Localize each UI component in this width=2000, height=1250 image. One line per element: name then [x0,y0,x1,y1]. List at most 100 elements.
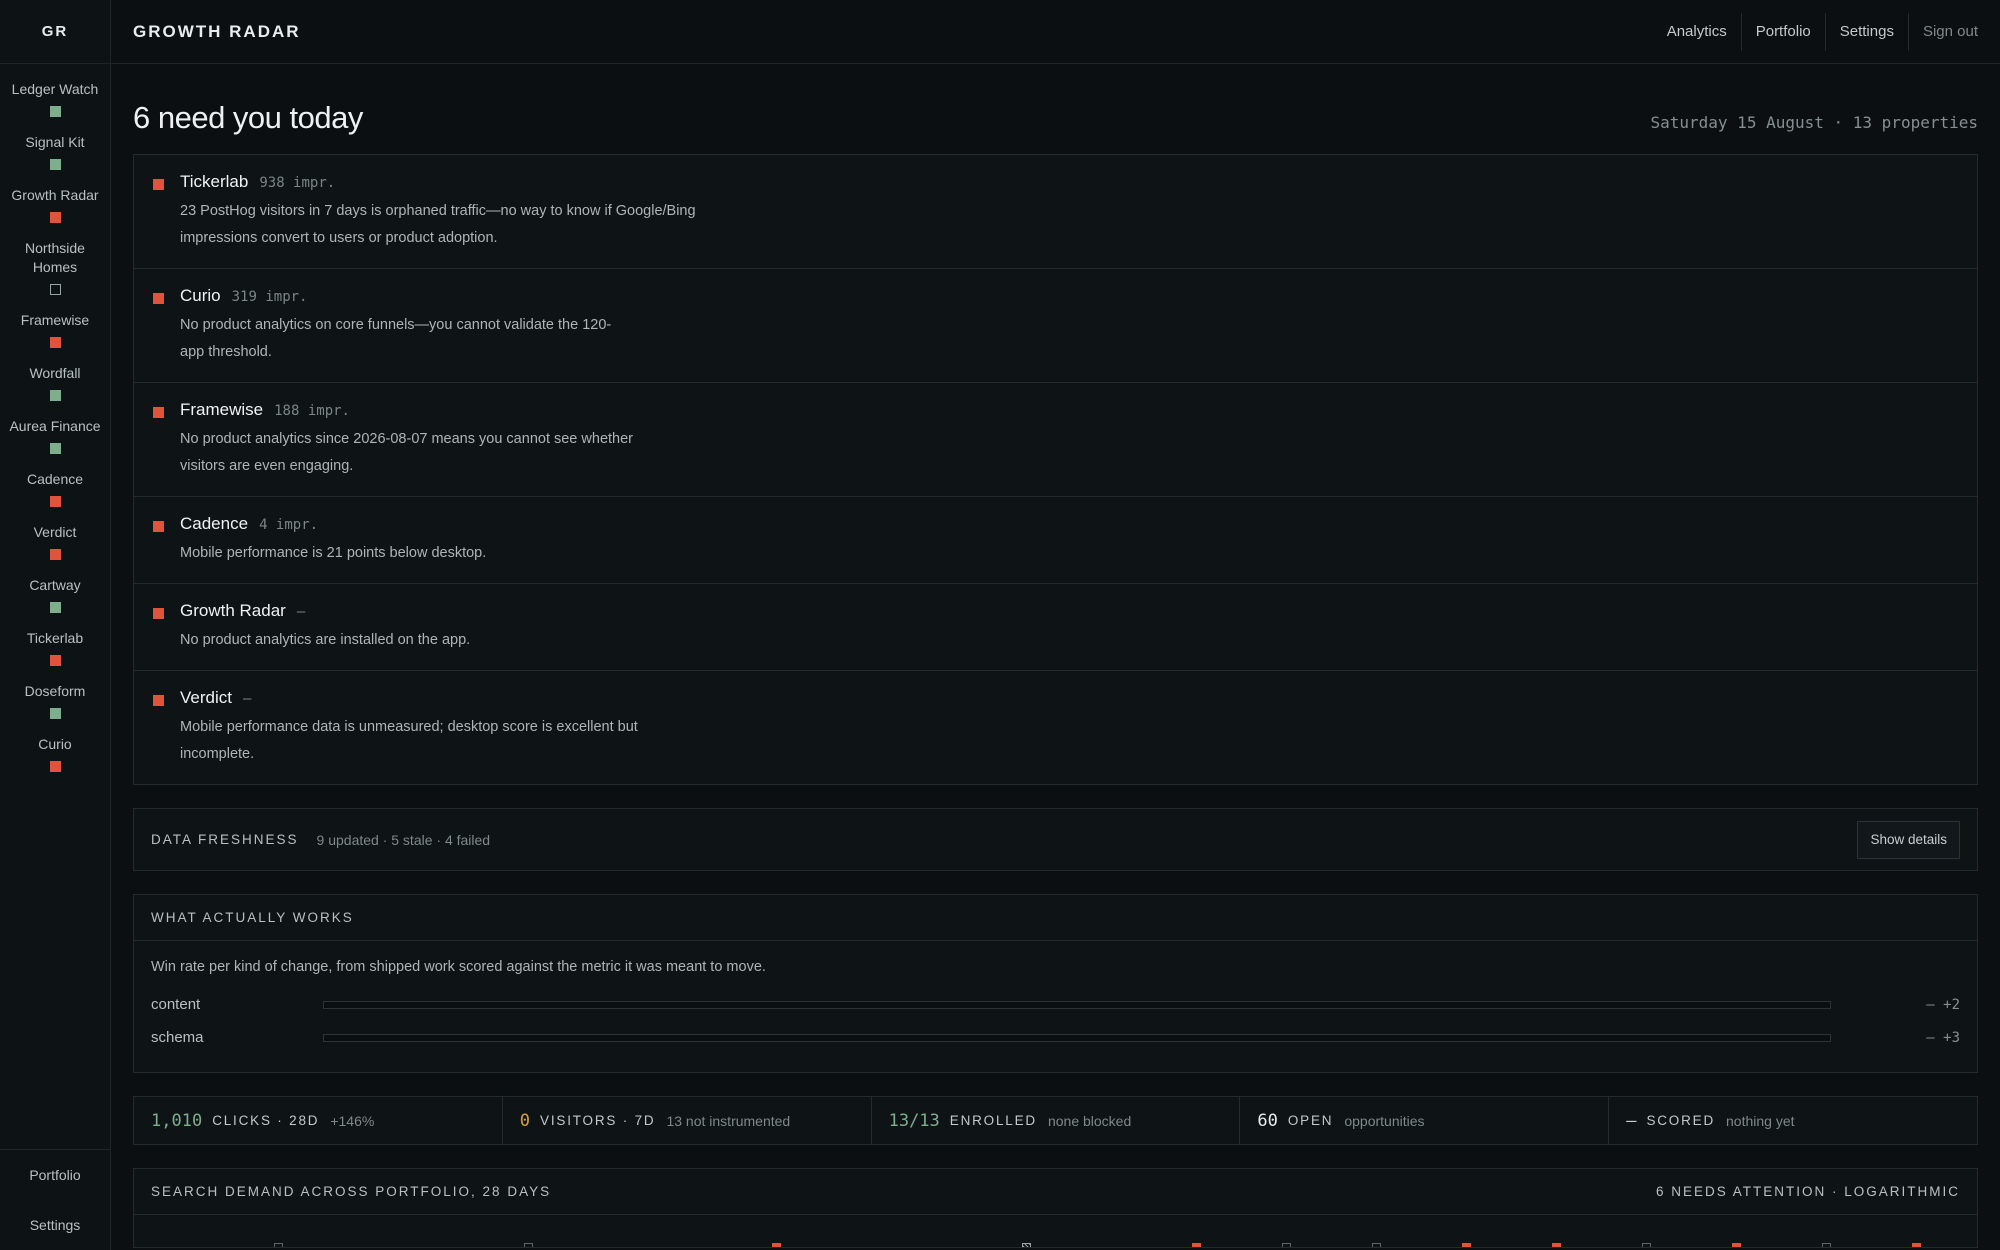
alert-status-marker [153,179,164,190]
alert-item[interactable]: Cadence 4 impr. Mobile performance is 21 … [134,497,1977,584]
status-dot [49,159,61,170]
sidebar-item[interactable]: Cadence [0,470,110,507]
alert-text: No product analytics are installed on th… [180,632,471,648]
alert-item[interactable]: Growth Radar — No product analytics are i… [134,584,1977,671]
sidebar-item[interactable]: Curio [0,735,110,772]
sidebar-item[interactable]: Tickerlab [0,629,110,666]
status-dot [49,602,61,613]
alert-impressions: 188 impr. [274,403,350,419]
sidebar-item[interactable]: Cartway [0,576,110,613]
nav-analytics[interactable]: Analytics [1653,12,1742,51]
status-dot [49,708,61,719]
status-dot [49,549,61,560]
status-dot [49,106,61,117]
alert-impressions: 319 impr. [231,289,308,305]
stat-clicks[interactable]: 1,010 CLICKS · 28D +146% [134,1097,503,1144]
status-dot [49,761,61,772]
sidebar-item-label: Signal Kit [25,134,85,150]
sidebar-settings-link[interactable]: Settings [0,1200,110,1250]
sidebar-item-label: Growth Radar [11,187,99,203]
demand-label: SEARCH DEMAND ACROSS PORTFOLIO, 28 DAYS [151,1184,552,1199]
page-title: 6 need you today [133,100,363,135]
alert-name: Cadence [180,514,249,533]
status-dot [49,212,61,223]
demand-marker [1372,1243,1381,1247]
alert-impressions: 4 impr. [259,517,319,533]
freshness-summary: 9 updated · 5 stale · 4 failed [316,831,491,848]
alert-text: Mobile performance data is unmeasured; d… [180,719,638,762]
alert-item[interactable]: Verdict — Mobile performance data is unme… [134,671,1977,784]
sidebar-item[interactable]: Aurea Finance [0,417,110,454]
demand-marker [1912,1243,1921,1247]
sidebar-item-label: Ledger Watch [11,81,99,97]
stat-sub: none blocked [1047,1112,1132,1129]
stat-scored[interactable]: — SCORED nothing yet [1609,1097,1977,1144]
headline: 6 need you today Saturday 15 August · 13… [133,64,1978,138]
works-description: Win rate per kind of change, from shippe… [151,959,766,975]
stat-sub: +146% [330,1112,375,1129]
show-details-button[interactable]: Show details [1857,820,1960,859]
demand-marker [1192,1243,1201,1247]
sidebar-item-label: Framewise [20,312,90,328]
stat-open[interactable]: 60 OPEN opportunities [1240,1097,1610,1144]
alert-impressions: — [296,604,306,620]
sidebar-item-label: Wordfall [29,365,81,381]
demand-marker [1022,1243,1031,1247]
works-row: content — +2 [151,988,1960,1021]
alert-text: No product analytics on core funnels—you… [180,317,612,360]
win-rate-bar [323,1000,1831,1009]
sidebar-item-label: Tickerlab [26,630,84,646]
sidebar-item[interactable]: Doseform [0,682,110,719]
alert-item[interactable]: Tickerlab 938 impr. 23 PostHog visitors i… [134,155,1977,269]
works-label: WHAT ACTUALLY WORKS [151,910,354,925]
nav-sign-out[interactable]: Sign out [1909,13,1992,51]
nav-portfolio[interactable]: Portfolio [1742,12,1826,51]
sidebar-item-label: Curio [38,736,72,752]
freshness-label: DATA FRESHNESS [151,832,299,847]
stat-sub: opportunities [1344,1112,1425,1129]
alert-impressions: — [242,691,252,707]
alert-item[interactable]: Curio 319 impr. No product analytics on c… [134,269,1977,383]
demand-chart [134,1215,1977,1247]
stat-value: 0 [519,1110,531,1131]
demand-marker [1552,1243,1561,1247]
demand-marker [1822,1243,1831,1247]
sidebar-item-label: Cadence [26,471,84,487]
works-row-value: — +2 [1926,996,1960,1013]
sidebar-item[interactable]: Wordfall [0,364,110,401]
stat-value: — [1626,1110,1637,1131]
sidebar-item[interactable]: Framewise [0,311,110,348]
search-demand-panel: SEARCH DEMAND ACROSS PORTFOLIO, 28 DAYS … [133,1168,1978,1248]
demand-marker [524,1243,533,1247]
stat-label: ENROLLED [949,1113,1037,1128]
sidebar-portfolio-link[interactable]: Portfolio [0,1150,110,1200]
stat-label: CLICKS · 28D [212,1113,320,1128]
sidebar-item-label: Verdict [33,524,77,540]
sidebar-item[interactable]: Growth Radar [0,186,110,223]
brand-title[interactable]: GROWTH RADAR [133,22,301,42]
status-dot [49,284,61,295]
stat-visitors[interactable]: 0 VISITORS · 7D 13 not instrumented [503,1097,872,1144]
sidebar-item[interactable]: Ledger Watch [0,80,110,117]
stat-enrolled[interactable]: 13/13 ENROLLED none blocked [872,1097,1241,1144]
alerts-list: Tickerlab 938 impr. 23 PostHog visitors i… [133,154,1978,785]
status-dot [49,496,61,507]
alert-status-marker [153,695,164,706]
sidebar-item[interactable]: Signal Kit [0,133,110,170]
nav-settings[interactable]: Settings [1826,12,1909,51]
alert-item[interactable]: Framewise 188 impr. No product analytics … [134,383,1977,497]
alert-name: Curio [180,286,221,305]
works-row-label: content [151,996,201,1013]
alert-status-marker [153,407,164,418]
works-row-value: — +3 [1926,1029,1960,1046]
sidebar-item[interactable]: Verdict [0,523,110,560]
sidebar-item-label: Aurea Finance [9,418,101,434]
logo[interactable]: GR [0,0,110,64]
data-freshness-panel: DATA FRESHNESS 9 updated · 5 stale · 4 f… [133,808,1978,871]
demand-marker [1282,1243,1291,1247]
sidebar-item[interactable]: Northside Homes [0,239,110,295]
works-row: schema — +3 [151,1021,1960,1054]
demand-marker [1642,1243,1651,1247]
sidebar: GR Ledger Watch Signal Kit Growth Radar … [0,0,111,1250]
demand-summary: 6 NEEDS ATTENTION · LOGARITHMIC [1655,1184,1960,1199]
